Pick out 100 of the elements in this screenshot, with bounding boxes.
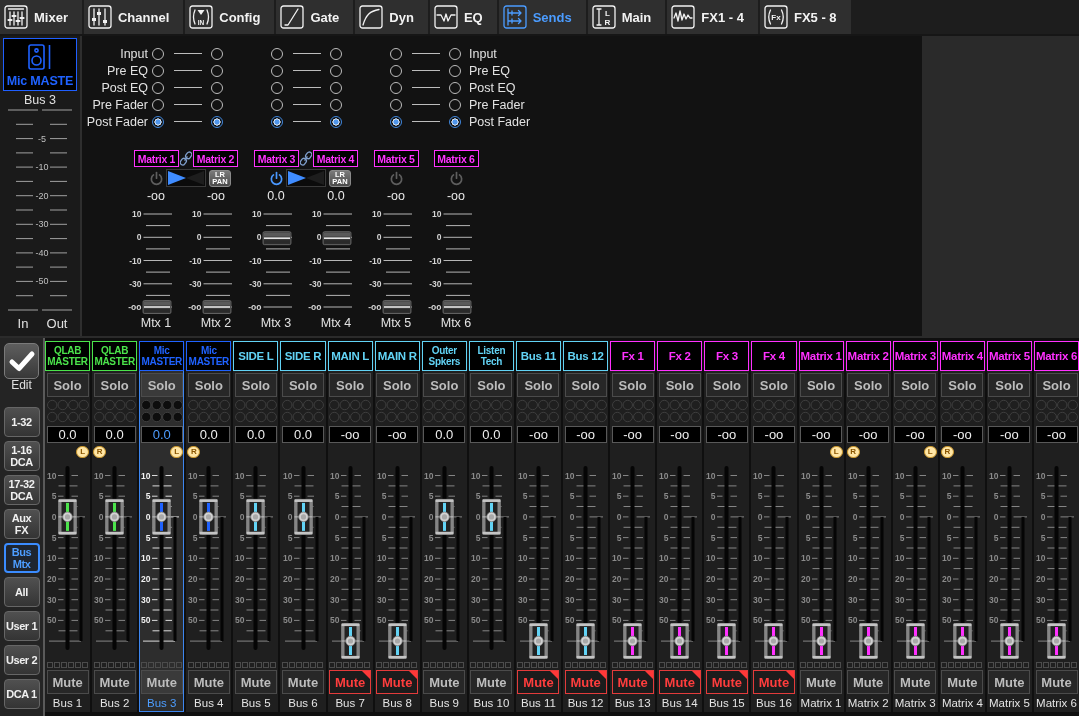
bank-button[interactable]: DCA 1	[3, 679, 40, 709]
tab[interactable]: Sends	[498, 0, 586, 34]
mute-button[interactable]: Mute	[517, 670, 560, 694]
bank-button[interactable]: All	[3, 577, 40, 607]
fader-track[interactable]	[670, 466, 690, 659]
strip-name[interactable]: Mic MASTER	[139, 341, 185, 371]
fader-track[interactable]	[576, 466, 595, 659]
strip-name[interactable]: Outer Spkers	[421, 341, 467, 371]
strip-name[interactable]: MAIN R	[374, 341, 420, 371]
strip-name[interactable]: Matrix 4	[939, 341, 985, 371]
tab[interactable]: Mixer	[0, 0, 82, 34]
strip-name[interactable]: SIDE R	[280, 341, 326, 371]
fader-track[interactable]	[199, 466, 219, 650]
solo-button[interactable]: Solo	[800, 373, 843, 397]
mute-button[interactable]: Mute	[376, 670, 419, 694]
channel-strip[interactable]: Fx 3 Solo -oo 10 5 0 5 10 20 30 50 Mute Bus 15	[704, 341, 750, 712]
solo-button[interactable]: Solo	[93, 373, 136, 397]
mute-button[interactable]: Mute	[894, 670, 937, 694]
fader-knob[interactable]	[246, 499, 266, 535]
channel-strip[interactable]: MAIN L Solo -oo 10 5 0 5 10 20 30 50 Mute Bus 7	[327, 341, 373, 712]
edit-button[interactable]	[4, 343, 39, 379]
mute-button[interactable]: Mute	[847, 670, 890, 694]
fader-track[interactable]	[717, 466, 737, 659]
channel-strip[interactable]: Matrix 5 Solo -oo 10 5 0 5 10 20 30 50 Mute Matrix 5	[986, 341, 1032, 712]
strip-name[interactable]: QLAB MASTER	[45, 341, 91, 371]
fader-knob[interactable]	[262, 231, 292, 246]
mute-button[interactable]: Mute	[187, 670, 230, 694]
strip-name[interactable]: Bus 12	[563, 341, 609, 371]
solo-button[interactable]: Solo	[234, 373, 277, 397]
solo-button[interactable]: Solo	[423, 373, 466, 397]
solo-button[interactable]: Solo	[564, 373, 607, 397]
mute-button[interactable]: Mute	[752, 670, 795, 694]
channel-strip[interactable]: Bus 12 Solo -oo 10 5 0 5 10 20 30 50 Mute Bus 12	[563, 341, 609, 712]
solo-button[interactable]: Solo	[329, 373, 372, 397]
bank-button[interactable]: 1-16 DCA	[3, 441, 40, 471]
bank-button[interactable]: 17-32 DCA	[3, 475, 40, 505]
strip-name[interactable]: Matrix 3	[892, 341, 938, 371]
fader-knob[interactable]	[811, 623, 831, 659]
mute-button[interactable]: Mute	[800, 670, 843, 694]
radio-button[interactable]	[330, 115, 342, 128]
channel-strip[interactable]: SIDE R Solo 0.0 10 5 0 5 10 20 30 50 Mute Bus 6	[280, 341, 326, 712]
solo-button[interactable]: Solo	[187, 373, 230, 397]
mute-button[interactable]: Mute	[93, 670, 136, 694]
fader-track[interactable]	[293, 466, 313, 650]
mute-button[interactable]: Mute	[329, 670, 372, 694]
strip-name[interactable]: Matrix 1	[798, 341, 844, 371]
radio-button[interactable]	[271, 115, 283, 128]
channel-strip[interactable]: Matrix 4 Solo -oo R 10 5 0 5 10 20 30 50 Mute Matrix 4	[939, 341, 985, 712]
solo-button[interactable]: Solo	[376, 373, 419, 397]
fader-knob[interactable]	[717, 623, 737, 659]
fader-knob[interactable]	[576, 623, 595, 659]
strip-name[interactable]: Bus 11	[515, 341, 562, 371]
fader-track[interactable]	[905, 466, 925, 659]
mute-button[interactable]: Mute	[140, 670, 183, 694]
fader-knob[interactable]	[529, 623, 548, 659]
strip-name[interactable]: Mic MASTER	[186, 341, 232, 371]
channel-strip[interactable]: Bus 11 Solo -oo 10 5 0 5 10 20 30 50 Mute Bus 11	[515, 341, 562, 712]
channel-strip[interactable]: Fx 4 Solo -oo 10 5 0 5 10 20 30 50 Mute Bus 16	[751, 341, 797, 712]
fader-knob[interactable]	[1047, 623, 1066, 659]
send-fader-track[interactable]	[322, 213, 353, 308]
fader-track[interactable]	[858, 466, 878, 659]
fader-track[interactable]	[246, 466, 266, 650]
solo-button[interactable]: Solo	[752, 373, 795, 397]
power-icon[interactable]	[388, 170, 404, 186]
fader-knob[interactable]	[952, 623, 972, 659]
mute-button[interactable]: Mute	[46, 670, 89, 694]
fader-track[interactable]	[811, 466, 831, 659]
solo-button[interactable]: Solo	[282, 373, 324, 397]
mute-button[interactable]: Mute	[564, 670, 607, 694]
fader-knob[interactable]	[858, 623, 878, 659]
bank-button[interactable]: User 2	[3, 645, 40, 675]
fader-knob[interactable]	[764, 623, 784, 659]
radio-button[interactable]	[211, 115, 223, 128]
channel-strip[interactable]: Matrix 6 Solo -oo 10 5 0 5 10 20 30 50 Mute Matrix 6	[1033, 341, 1079, 712]
send-fader-track[interactable]	[142, 213, 173, 314]
strip-name[interactable]: Fx 2	[657, 341, 703, 371]
send-fader-track[interactable]	[262, 213, 293, 308]
strip-name[interactable]: Matrix 6	[1033, 341, 1079, 371]
fader-knob[interactable]	[199, 499, 219, 535]
fader-knob[interactable]	[152, 499, 172, 535]
fader-knob[interactable]	[340, 623, 360, 659]
fader-track[interactable]	[623, 466, 643, 659]
fader-knob[interactable]	[322, 231, 352, 246]
fader-track[interactable]	[58, 466, 77, 650]
tab[interactable]: EQ	[429, 0, 497, 34]
strip-name[interactable]: Fx 4	[751, 341, 797, 371]
fader-knob[interactable]	[442, 300, 472, 314]
power-icon[interactable]	[269, 170, 284, 186]
fader-knob[interactable]	[482, 499, 501, 535]
chain-link-icon[interactable]	[180, 151, 192, 166]
fader-track[interactable]	[1047, 466, 1066, 659]
channel-strip[interactable]: Listen Tech Solo 0.0 10 5 0 5 10 20 30 50 Mute Bus 10	[468, 341, 514, 712]
mute-button[interactable]: Mute	[470, 670, 513, 694]
tab[interactable]: Dyn	[355, 0, 428, 34]
fader-knob[interactable]	[105, 499, 125, 535]
fader-knob[interactable]	[382, 300, 412, 314]
tab[interactable]: Channel	[83, 0, 184, 34]
fader-knob[interactable]	[623, 623, 643, 659]
bank-button[interactable]: 1-32	[3, 407, 40, 437]
solo-button[interactable]: Solo	[611, 373, 654, 397]
